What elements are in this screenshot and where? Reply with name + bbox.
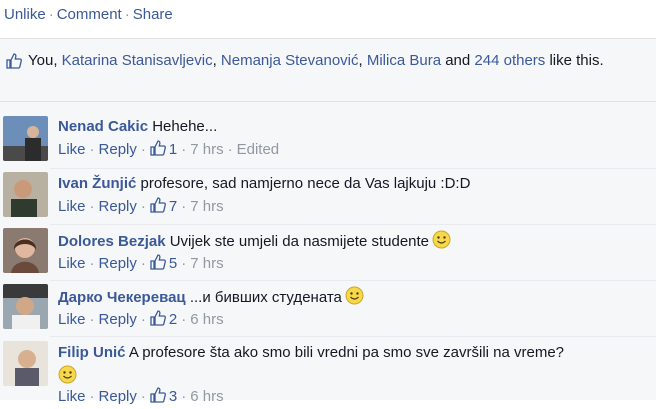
likes-summary: You, Katarina Stanisavljevic, Nemanja St… [0,39,656,102]
like-link[interactable]: Like [58,198,86,215]
smiley-icon [345,286,364,311]
separator: · [181,388,187,405]
separator: · [140,388,146,405]
avatar[interactable] [3,284,48,329]
divider [50,168,656,169]
comment-author[interactable]: Filip Unić [58,344,126,361]
comment-author[interactable]: Dolores Bezjak [58,233,166,250]
comment-author[interactable]: Nenad Cakic [58,118,148,135]
unlike-link[interactable]: Unlike [4,6,46,23]
comment-body: Filip Unić A profesore šta ako smo bili … [58,343,564,363]
comment-time[interactable]: 7 hrs [190,141,223,158]
comment-meta: Like · Reply · 2 · 6 hrs [58,310,224,332]
comment-meta: Like · Reply · 5 · 7 hrs [58,254,224,276]
like-count-value: 3 [168,388,178,405]
likes-suffix: like this. [549,52,604,69]
separator: · [124,6,130,23]
separator: · [89,388,95,405]
comment-like-count[interactable]: 2 [150,310,178,328]
comment-like-count[interactable]: 3 [150,387,178,405]
separator: · [227,141,233,158]
separator: · [89,141,95,158]
separator: · [181,255,187,272]
scrollbar[interactable] [656,0,670,400]
comment-body: Дарко Чекеревац ...и бивших студената [58,286,364,311]
comment-time[interactable]: 7 hrs [190,198,223,215]
like-count-value: 5 [168,255,178,272]
liker-name[interactable]: Katarina Stanisavljevic [62,52,213,69]
separator: · [140,311,146,328]
comment-meta: Like · Reply · 1 · 7 hrs · Edited [58,140,279,162]
separator: · [181,141,187,158]
like-count-value: 7 [168,198,178,215]
separator: · [48,6,54,23]
comment-text: A profesore šta ako smo bili vredni pa s… [128,344,565,361]
like-link[interactable]: Like [58,255,86,272]
avatar[interactable] [3,341,48,386]
comment-link[interactable]: Comment [57,6,122,23]
like-thumb-icon [150,310,166,332]
separator: · [140,141,146,158]
comment-author[interactable]: Дарко Чекеревац [58,289,186,306]
separator: · [140,255,146,272]
comment-time[interactable]: 7 hrs [190,255,223,272]
comment-meta: Like · Reply · 3 · 6 hrs [58,387,224,409]
like-thumb-icon [150,197,166,219]
liker-name[interactable]: Nemanja Stevanović [221,52,359,69]
comment-time[interactable]: 6 hrs [190,311,223,328]
comment-text: profesore, sad namjerno nece da Vas lajk… [140,175,471,192]
separator: · [89,255,95,272]
avatar[interactable] [3,116,48,161]
comment-like-count[interactable]: 5 [150,254,178,272]
likes-and: and [445,52,471,69]
likes-you: You, [28,52,58,69]
like-thumb-icon [6,53,22,73]
comment-text: ...и бивших студената [189,289,342,306]
smiley-icon [432,230,451,255]
separator: · [89,311,95,328]
reply-link[interactable]: Reply [99,141,137,158]
likes-others-link[interactable]: 244 others [474,52,545,69]
avatar[interactable] [3,228,48,273]
comment-time[interactable]: 6 hrs [190,388,223,405]
comment-body: Ivan Žunjić profesore, sad namjerno nece… [58,174,470,194]
comment-body: Dolores Bezjak Uvijek ste umjeli da nasm… [58,230,451,255]
separator: · [181,311,187,328]
comment-text: Hehehe... [152,118,218,135]
separator: · [140,198,146,215]
likes-text: You, Katarina Stanisavljevic, Nemanja St… [28,52,604,69]
share-link[interactable]: Share [133,6,173,23]
reply-link[interactable]: Reply [99,311,137,328]
like-link[interactable]: Like [58,388,86,405]
like-thumb-icon [150,140,166,162]
separator: · [89,198,95,215]
post-actions: Unlike · Comment · Share [4,6,173,23]
like-count-value: 2 [168,311,178,328]
separator: · [181,198,187,215]
like-link[interactable]: Like [58,141,86,158]
comment-text: Uvijek ste umjeli da nasmijete studente [169,233,430,250]
comment-meta: Like · Reply · 7 · 7 hrs [58,197,224,219]
like-link[interactable]: Like [58,311,86,328]
comment-body: Nenad Cakic Hehehe... [58,117,217,137]
divider [50,280,656,281]
reply-link[interactable]: Reply [99,198,137,215]
reply-link[interactable]: Reply [99,388,137,405]
edited-label[interactable]: Edited [237,141,280,158]
liker-name[interactable]: Milica Bura [367,52,441,69]
reply-link[interactable]: Reply [99,255,137,272]
divider [50,224,656,225]
comment-like-count[interactable]: 1 [150,140,178,158]
comment-author[interactable]: Ivan Žunjić [58,175,136,192]
comment-like-count[interactable]: 7 [150,197,178,215]
divider [50,336,656,337]
like-thumb-icon [150,254,166,276]
comments-list: Nenad Cakic Hehehe... Like · Reply · 1 · 7 hrs… [0,102,656,405]
avatar[interactable] [3,172,48,217]
like-thumb-icon [150,387,166,409]
like-count-value: 1 [168,141,178,158]
